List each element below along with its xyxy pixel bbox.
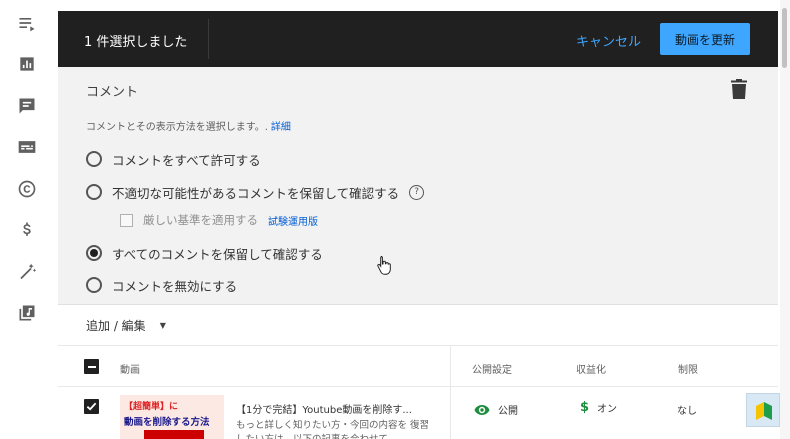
dollar-icon: $ [580, 400, 590, 415]
column-header-restrictions[interactable]: 制限 [678, 361, 698, 376]
panel-title: コメント [86, 85, 139, 100]
thumbnail-text-line2: 動画を削除する方法 [124, 417, 210, 428]
monetization-cell[interactable]: $ オン [580, 400, 617, 415]
restrictions-cell: なし [677, 406, 697, 417]
video-title[interactable]: 【1分で完結】Youtube動画を削除す... [236, 401, 412, 416]
option-allow-all[interactable]: コメントをすべて許可する [86, 148, 261, 170]
column-header-visibility[interactable]: 公開設定 [472, 361, 512, 376]
visibility-value: 公開 [498, 406, 518, 417]
add-edit-label: 追加 / 編集 [86, 319, 146, 333]
option-hold-inappropriate[interactable]: 不適切な可能性があるコメントを保留して確認する ? [86, 181, 425, 203]
description-text: コメントとその表示方法を選択します。. [86, 122, 268, 133]
update-videos-button[interactable]: 動画を更新 [660, 23, 750, 55]
video-thumbnail[interactable]: 【超簡単】に 動画を削除する方法 [120, 395, 224, 439]
cancel-button[interactable]: キャンセル [576, 31, 641, 50]
select-all-checkbox[interactable] [84, 359, 99, 374]
audio-library-icon[interactable] [16, 302, 38, 324]
selection-action-bar: 1 件選択しました キャンセル 動画を更新 [58, 11, 778, 67]
topbar-divider [208, 19, 209, 59]
add-edit-dropdown[interactable]: 追加 / 編集 ▼ [86, 317, 166, 334]
option-label: 不適切な可能性があるコメントを保留して確認する [112, 185, 400, 201]
details-link[interactable]: 詳細 [271, 122, 291, 133]
option-disable[interactable]: コメントを無効にする [86, 274, 237, 296]
beta-badge[interactable]: 試験運用版 [268, 213, 318, 228]
visibility-cell[interactable]: 公開 [474, 402, 518, 417]
comments-icon[interactable] [16, 95, 38, 117]
option-label: すべてのコメントを保留して確認する [112, 246, 323, 262]
option-label: コメントを無効にする [112, 278, 238, 294]
eye-icon [474, 404, 490, 415]
strict-checkbox [120, 213, 133, 227]
help-icon[interactable]: ? [409, 184, 425, 200]
thumbnail-text-line1: 【超簡単】に [124, 402, 179, 412]
selection-count: 1 件選択しました [84, 35, 188, 50]
table-header: 動画 公開設定 収益化 制限 [58, 345, 778, 439]
monetization-value: オン [597, 404, 618, 415]
radio-button-selected[interactable] [86, 245, 102, 261]
column-header-video[interactable]: 動画 [120, 361, 140, 376]
strict-filter-option: 厳しい基準を適用する 試験運用版 [120, 210, 318, 230]
monetization-icon[interactable] [16, 219, 38, 241]
option-hold-all[interactable]: すべてのコメントを保留して確認する [86, 242, 323, 264]
subtitles-icon[interactable] [16, 136, 38, 158]
radio-button[interactable] [86, 277, 102, 293]
dropdown-caret-icon: ▼ [159, 321, 166, 330]
column-separator [450, 346, 451, 439]
scrollbar-thumb[interactable] [782, 8, 787, 68]
video-description: もっと詳しく知りたい方・今回の内容を 復習したい方は、以下の記事を合わせて [236, 420, 430, 439]
radio-button[interactable] [86, 151, 102, 167]
radio-button[interactable] [86, 184, 102, 200]
copyright-icon[interactable] [16, 178, 38, 200]
trash-icon[interactable] [730, 79, 748, 99]
row-checkbox[interactable] [84, 399, 99, 414]
beginner-mark-thumbnail [746, 393, 780, 427]
customization-icon[interactable] [16, 261, 38, 283]
youtube-logo-strip [144, 430, 204, 439]
option-label: コメントをすべて許可する [112, 152, 261, 168]
analytics-icon[interactable] [16, 53, 38, 75]
section-divider [58, 304, 778, 305]
column-header-monetization[interactable]: 収益化 [576, 361, 606, 376]
panel-description: コメントとその表示方法を選択します。. 詳細 [86, 118, 291, 133]
strict-label: 厳しい基準を適用する [143, 213, 258, 227]
hand-cursor-icon [377, 256, 391, 275]
list-icon[interactable] [16, 12, 38, 34]
left-sidebar [0, 0, 58, 439]
comments-settings-panel: コメント コメントとその表示方法を選択します。. 詳細 コメントをすべて許可する … [58, 67, 778, 304]
